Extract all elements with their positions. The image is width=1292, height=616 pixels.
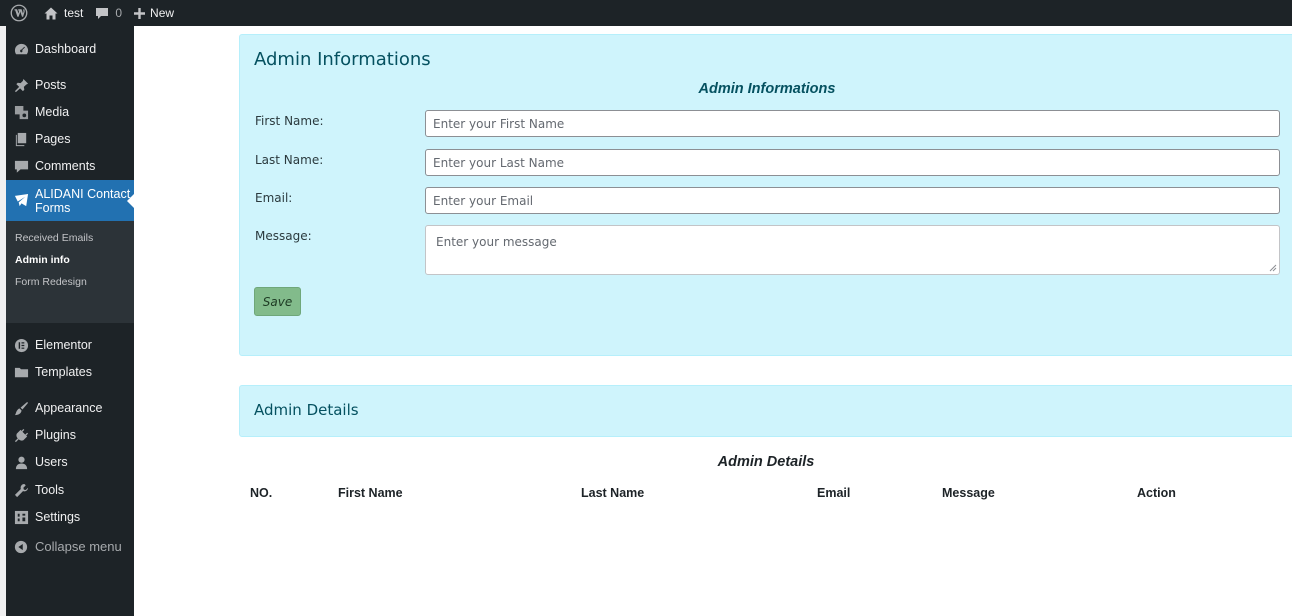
sidebar-item-dashboard[interactable]: Dashboard	[6, 41, 134, 57]
brush-icon	[6, 401, 34, 416]
admin-details-panel: Admin Details	[239, 385, 1292, 437]
sidebar-item-label: Media	[35, 105, 70, 119]
elementor-icon	[6, 338, 34, 353]
sidebar-item-plugins[interactable]: Plugins	[6, 427, 134, 443]
column-header-email: Email	[817, 486, 851, 500]
sidebar-item-settings[interactable]: Settings	[6, 509, 134, 525]
envelope-check-icon	[6, 193, 34, 208]
message-textarea[interactable]: Enter your message	[425, 225, 1280, 275]
comments-link[interactable]: 0	[89, 0, 128, 26]
folder-icon	[6, 365, 34, 380]
resize-grip-icon[interactable]	[1269, 264, 1277, 272]
column-header-last-name: Last Name	[581, 486, 645, 500]
collapse-menu-button[interactable]: Collapse menu	[6, 539, 134, 555]
message-placeholder: Enter your message	[436, 235, 557, 249]
plug-icon	[6, 428, 34, 443]
first-name-label: First Name:	[255, 114, 324, 128]
wrench-icon	[6, 483, 34, 498]
column-header-first-name: First Name	[338, 486, 403, 500]
submenu-item-admin-info[interactable]: Admin info	[15, 254, 70, 266]
dashboard-icon	[6, 42, 34, 57]
sidebar-item-users[interactable]: Users	[6, 454, 134, 470]
media-icon	[6, 105, 34, 120]
last-name-placeholder: Enter your Last Name	[433, 155, 565, 170]
comment-bubble-icon	[96, 7, 109, 19]
sidebar-item-elementor[interactable]: Elementor	[6, 337, 134, 353]
sidebar-item-label: Dashboard	[35, 42, 97, 56]
email-label: Email:	[255, 191, 293, 205]
sidebar-item-label: Templates	[35, 365, 92, 379]
sidebar-item-label: Users	[35, 455, 68, 469]
sidebar-item-tools[interactable]: Tools	[6, 482, 134, 498]
sidebar-item-label: Plugins	[35, 428, 76, 442]
sidebar-item-label: Pages	[35, 132, 71, 146]
pin-icon	[6, 78, 34, 93]
save-button[interactable]: Save	[254, 287, 301, 316]
new-label: New	[150, 6, 175, 20]
admin-bar: test 0 New	[0, 0, 1292, 26]
sidebar-item-media[interactable]: Media	[6, 104, 134, 120]
pages-icon	[6, 132, 34, 147]
collapse-menu-label: Collapse menu	[35, 539, 122, 554]
column-header-no: NO.	[250, 486, 273, 500]
comment-icon	[6, 159, 34, 174]
sidebar-item-pages[interactable]: Pages	[6, 131, 134, 147]
sidebar-item-label: Posts	[35, 78, 67, 92]
email-placeholder: Enter your Email	[433, 193, 534, 208]
home-icon	[44, 7, 58, 19]
first-name-field[interactable]: Enter your First Name	[425, 110, 1280, 137]
first-name-placeholder: Enter your First Name	[433, 116, 565, 131]
plus-icon	[134, 7, 146, 19]
collapse-arrow-icon	[6, 540, 34, 554]
sidebar-item-label: Comments	[35, 159, 96, 173]
sidebar-item-label: Appearance	[35, 401, 103, 415]
alidani-submenu: Received Emails Admin info Form Redesign	[6, 221, 134, 323]
wordpress-logo-icon[interactable]	[0, 0, 38, 26]
sidebar-item-label-line1: ALIDANI Contact	[35, 186, 131, 201]
last-name-field[interactable]: Enter your Last Name	[425, 149, 1280, 176]
last-name-label: Last Name:	[255, 153, 324, 167]
new-content-link[interactable]: New	[128, 0, 180, 26]
panel-title: Admin Details	[254, 401, 359, 419]
user-icon	[6, 455, 34, 470]
sidebar-item-label: Elementor	[35, 338, 92, 352]
message-label: Message:	[255, 229, 312, 243]
submenu-item-form-redesign[interactable]: Form Redesign	[15, 276, 87, 288]
sidebar-item-appearance[interactable]: Appearance	[6, 400, 134, 416]
sidebar-item-alidani-contact-forms[interactable]: ALIDANI Contact Forms	[6, 180, 134, 221]
email-field[interactable]: Enter your Email	[425, 187, 1280, 214]
settings-icon	[6, 510, 34, 525]
form-heading: Admin Informations	[698, 81, 836, 97]
site-name-link[interactable]: test	[38, 0, 89, 26]
sidebar-item-label: Tools	[35, 483, 65, 497]
submenu-item-received-emails[interactable]: Received Emails	[15, 232, 93, 244]
table-caption: Admin Details	[717, 454, 815, 470]
sidebar-item-label-line2: Forms	[35, 200, 71, 215]
panel-title: Admin Informations	[254, 49, 431, 70]
column-header-message: Message	[942, 486, 995, 500]
sidebar-item-posts[interactable]: Posts	[6, 77, 134, 93]
admin-sidebar: Dashboard Posts Media Pages Comments ALI…	[6, 26, 134, 616]
column-header-action: Action	[1137, 486, 1176, 500]
admin-info-panel: Admin Informations Admin Informations Fi…	[239, 34, 1292, 356]
sidebar-item-comments[interactable]: Comments	[6, 158, 134, 174]
site-name-label: test	[64, 6, 84, 20]
comments-count: 0	[115, 6, 123, 20]
sidebar-item-templates[interactable]: Templates	[6, 364, 134, 380]
sidebar-item-label: Settings	[35, 510, 81, 524]
